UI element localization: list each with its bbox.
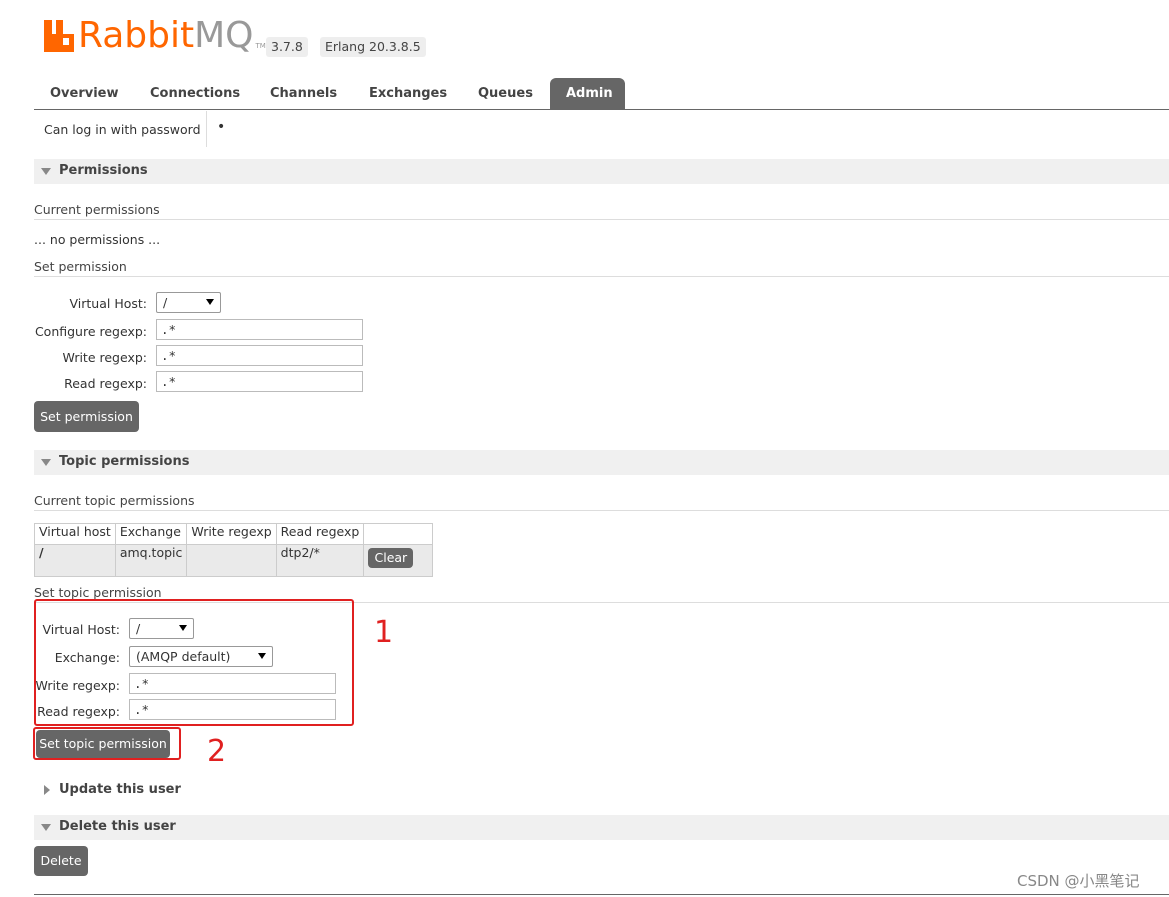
column-header: Virtual host <box>34 523 116 545</box>
divider <box>34 219 1169 220</box>
column-header: Exchange <box>114 523 188 545</box>
no-permissions-text: ... no permissions ... <box>34 232 161 247</box>
logo-trademark: TM <box>255 42 266 50</box>
login-separator <box>206 111 207 147</box>
divider <box>34 276 1169 277</box>
topic-permissions-table: Virtual host Exchange Write regexp Read … <box>34 523 434 577</box>
login-value: • <box>217 119 226 135</box>
cell-read: dtp2/* <box>275 544 365 577</box>
main-tabs: Overview Connections Channels Exchanges … <box>34 78 1169 110</box>
column-header <box>363 523 434 545</box>
logo-text-mq: MQ <box>194 15 254 56</box>
current-permissions-label: Current permissions <box>34 202 160 217</box>
annotation-mark-1: 1 <box>374 615 394 650</box>
tab-queues[interactable]: Queues <box>462 78 549 110</box>
erlang-version-badge: Erlang 20.3.8.5 <box>320 37 426 57</box>
update-user-section-header[interactable]: Update this user <box>34 778 1169 803</box>
topic-permissions-section-header[interactable]: Topic permissions <box>34 450 1169 475</box>
current-topic-permissions-label: Current topic permissions <box>34 493 195 508</box>
cell-write <box>186 544 277 577</box>
annotation-box-1 <box>34 599 354 726</box>
table-header-row: Virtual host Exchange Write regexp Read … <box>34 523 434 545</box>
write-regexp-label: Write regexp: <box>62 350 147 365</box>
expand-triangle-icon <box>44 785 50 795</box>
login-label: Can log in with password <box>44 122 201 137</box>
rabbitmq-logo: RabbitMQ TM <box>44 16 266 56</box>
vhost-select[interactable]: / <box>156 292 221 313</box>
read-regexp-label: Read regexp: <box>64 376 147 391</box>
write-regexp-input[interactable]: .* <box>156 345 363 366</box>
set-permission-button[interactable]: Set permission <box>34 401 139 432</box>
tab-divider <box>34 109 1169 110</box>
annotation-box-2 <box>33 727 181 760</box>
table-row: / amq.topic dtp2/* Clear <box>34 544 434 577</box>
tab-exchanges[interactable]: Exchanges <box>353 78 463 110</box>
cell-action: Clear <box>363 544 434 577</box>
cell-vhost: / <box>34 544 116 577</box>
column-header: Write regexp <box>186 523 277 545</box>
version-badge: 3.7.8 <box>266 37 308 57</box>
set-permission-label: Set permission <box>34 259 127 274</box>
tab-admin[interactable]: Admin <box>550 78 625 110</box>
rabbit-logo-icon <box>44 20 74 52</box>
collapse-triangle-icon <box>41 824 51 831</box>
tab-connections[interactable]: Connections <box>134 78 256 110</box>
clear-button[interactable]: Clear <box>368 548 414 568</box>
delete-button[interactable]: Delete <box>34 846 88 876</box>
permissions-title: Permissions <box>59 163 148 178</box>
tab-overview[interactable]: Overview <box>34 78 135 110</box>
vhost-select-value: / <box>163 295 168 310</box>
configure-regexp-label: Configure regexp: <box>34 324 147 339</box>
column-header: Read regexp <box>275 523 365 545</box>
delete-user-section-header[interactable]: Delete this user <box>34 815 1169 840</box>
logo-text-rabbit: Rabbit <box>78 15 195 56</box>
annotation-mark-2: 2 <box>207 734 227 769</box>
read-regexp-input[interactable]: .* <box>156 371 363 392</box>
topic-permissions-title: Topic permissions <box>59 454 190 469</box>
tab-channels[interactable]: Channels <box>254 78 353 110</box>
divider <box>34 510 1169 511</box>
delete-user-title: Delete this user <box>59 819 176 834</box>
permissions-section-header[interactable]: Permissions <box>34 159 1169 184</box>
watermark: CSDN @小黑笔记 <box>1017 872 1140 890</box>
dropdown-arrow-icon <box>206 299 214 305</box>
update-user-title: Update this user <box>59 782 181 797</box>
collapse-triangle-icon <box>41 459 51 466</box>
footer-divider <box>34 894 1169 895</box>
vhost-label: Virtual Host: <box>69 296 148 311</box>
cell-exchange: amq.topic <box>114 544 188 577</box>
set-topic-permission-label: Set topic permission <box>34 585 162 600</box>
configure-regexp-input[interactable]: .* <box>156 319 363 340</box>
collapse-triangle-icon <box>41 168 51 175</box>
